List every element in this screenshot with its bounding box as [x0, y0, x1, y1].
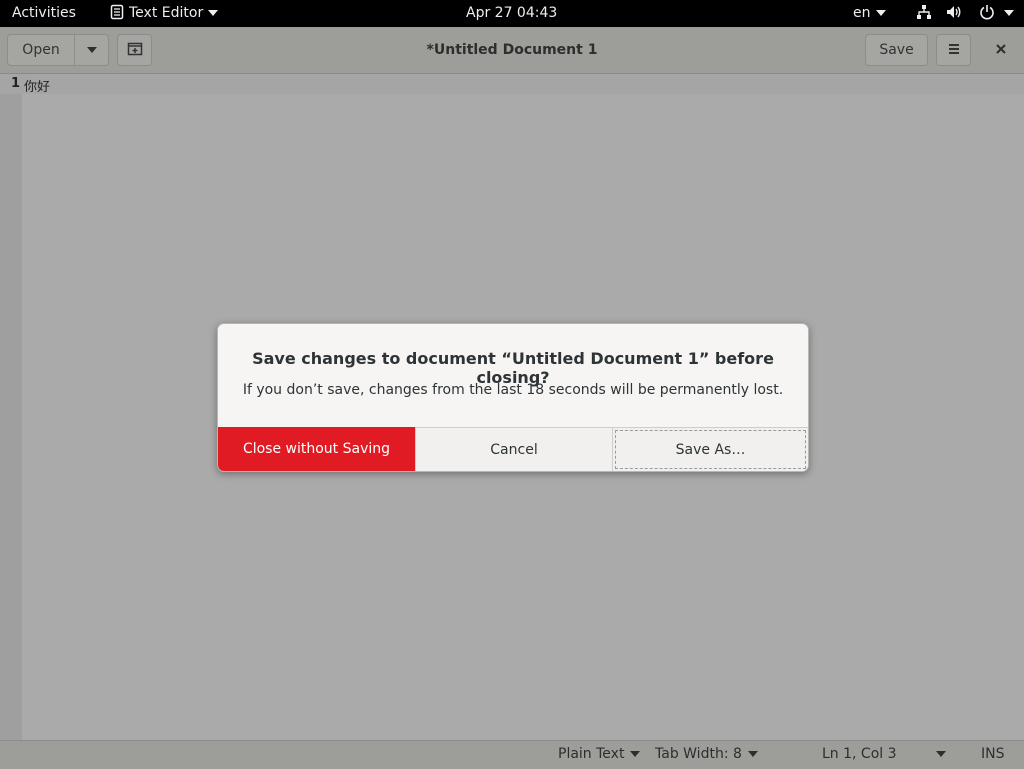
main-menu-button[interactable] [936, 34, 971, 66]
chevron-down-icon [630, 751, 641, 757]
cursor-position[interactable]: Ln 1, Col 3 [822, 741, 897, 769]
dialog-message: If you don’t save, changes from the last… [242, 382, 784, 398]
tab-width-label: Tab Width: 8 [655, 746, 742, 762]
tab-width-selector[interactable]: Tab Width: 8 [655, 741, 758, 769]
chevron-down-icon [936, 751, 946, 757]
activities-button[interactable]: Activities [12, 0, 76, 27]
chevron-down-icon [747, 751, 758, 757]
chevron-down-icon [208, 10, 219, 16]
system-menu[interactable] [916, 0, 1014, 27]
app-menu-label: Text Editor [129, 5, 204, 21]
save-changes-dialog: Save changes to document “Untitled Docum… [217, 323, 809, 472]
insert-mode-indicator: INS [981, 746, 1005, 762]
save-as-button[interactable]: Save As… [612, 427, 808, 471]
goto-line-dropdown[interactable] [936, 741, 946, 769]
close-window-button[interactable] [988, 34, 1014, 66]
editor-line-text[interactable]: 你好 [24, 76, 50, 95]
language-indicator[interactable]: en [853, 0, 886, 27]
new-tab-icon [127, 42, 142, 55]
app-menu[interactable]: Text Editor [110, 0, 219, 27]
language-selector[interactable]: Plain Text [558, 741, 641, 769]
cursor-position-label: Ln 1, Col 3 [822, 746, 897, 762]
language-label: en [853, 5, 871, 21]
hamburger-menu-icon [948, 43, 959, 54]
cancel-button[interactable]: Cancel [415, 427, 612, 471]
network-icon [917, 4, 931, 19]
chevron-down-icon [875, 10, 886, 16]
line-number: 1 [11, 76, 21, 91]
close-without-saving-button[interactable]: Close without Saving [218, 427, 415, 471]
save-button[interactable]: Save [865, 34, 928, 66]
open-button[interactable]: Open [7, 34, 75, 66]
chevron-down-icon [1003, 10, 1014, 16]
top-bar: Activities Text Editor Apr 27 04:43 en [0, 0, 1024, 27]
line-number-gutter [0, 74, 22, 740]
power-icon [980, 4, 994, 19]
header-bar: Open *Untitled Document 1 Save [0, 27, 1024, 74]
chevron-down-icon [86, 47, 97, 53]
clock[interactable]: Apr 27 04:43 [466, 0, 557, 27]
language-selector-label: Plain Text [558, 746, 625, 762]
volume-icon [947, 5, 961, 18]
open-recent-button[interactable] [74, 34, 109, 66]
focus-ring [615, 430, 806, 469]
status-bar: Plain Text Tab Width: 8 Ln 1, Col 3 INS [0, 740, 1024, 769]
new-document-button[interactable] [117, 34, 152, 66]
close-icon [996, 44, 1006, 54]
current-line-highlight [0, 74, 1024, 94]
text-editor-icon [110, 4, 124, 19]
